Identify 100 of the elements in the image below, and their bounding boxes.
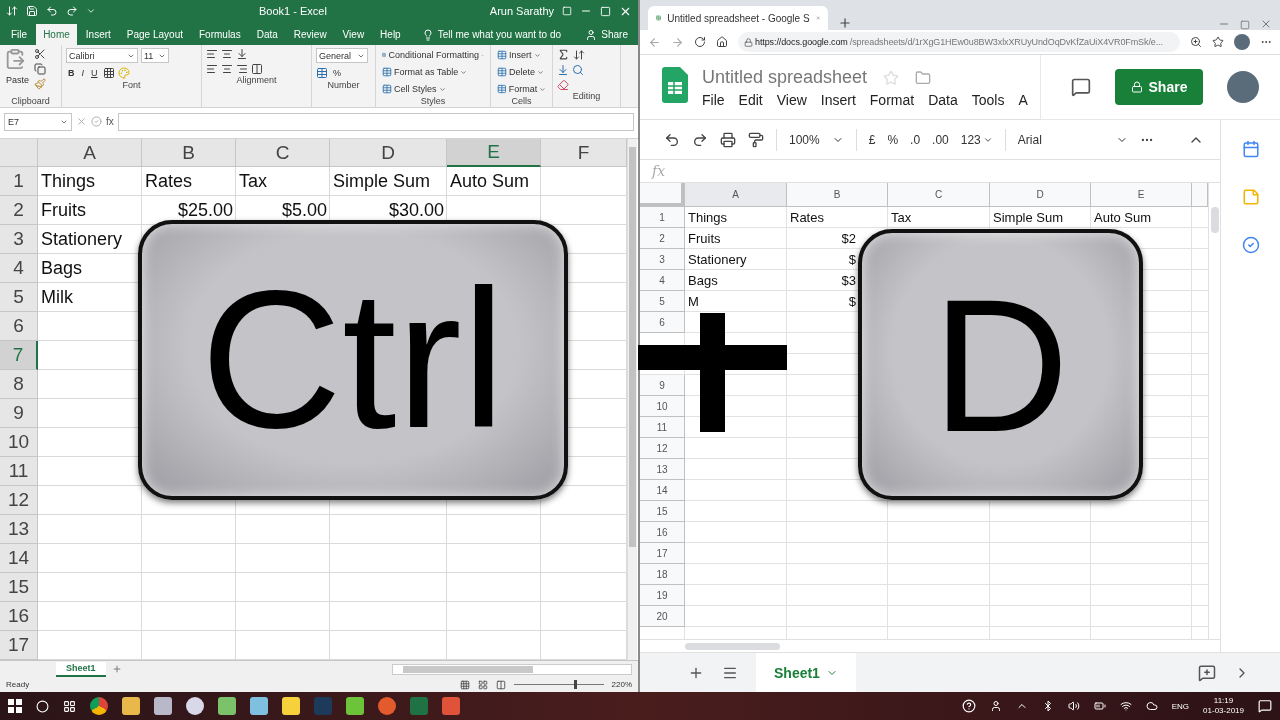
row-header[interactable]: 5 xyxy=(0,283,38,312)
menu-item[interactable]: File xyxy=(702,92,725,108)
ribbon-tab[interactable]: Review xyxy=(286,24,334,45)
ribbon-tab[interactable]: Home xyxy=(36,24,77,45)
zoom-dropdown[interactable]: 100% xyxy=(789,132,844,147)
ribbon-tab[interactable]: Data xyxy=(249,24,285,45)
sheet-tab[interactable]: Sheet1 xyxy=(756,652,856,693)
row-header[interactable]: 9 xyxy=(640,375,685,396)
menu-item[interactable]: Data xyxy=(928,92,958,108)
tell-me-search[interactable]: Tell me what you want to do xyxy=(415,24,568,45)
address-bar[interactable]: https://docs.google.com /spreadsheets/d/1rXgG1HEw0u8BW3xlxXRUyUndOqDvKfZaUiX4VR0FmSk/e... xyxy=(738,32,1180,52)
ribbon-command[interactable]: Format as Table xyxy=(380,65,486,79)
row-header[interactable]: 1 xyxy=(640,207,685,228)
column-header[interactable]: B xyxy=(142,139,236,167)
row-header[interactable]: 13 xyxy=(640,459,685,480)
format-button[interactable]: I xyxy=(79,66,86,80)
row-header[interactable]: 14 xyxy=(0,544,38,573)
font-size-field[interactable]: 11 xyxy=(141,48,169,63)
font-dropdown[interactable]: Arial xyxy=(1017,132,1128,147)
keyboard-key: Ctrl xyxy=(138,220,568,500)
decrease-decimal-button[interactable]: .0 xyxy=(910,132,921,147)
column-header[interactable]: E xyxy=(1091,183,1192,207)
row-header[interactable]: 14 xyxy=(640,480,685,501)
number-format-field[interactable]: General xyxy=(316,48,368,63)
row-header[interactable]: 7 xyxy=(0,341,38,370)
table-cell-text: Bags xyxy=(687,272,719,290)
row-header[interactable]: 16 xyxy=(0,602,38,631)
ribbon-command[interactable]: Conditional Formatting xyxy=(380,48,486,62)
column-header[interactable]: C xyxy=(888,183,990,207)
row-header[interactable]: 12 xyxy=(0,486,38,515)
column-header[interactable]: F xyxy=(541,139,627,167)
row-header[interactable]: 9 xyxy=(0,399,38,428)
row-header[interactable]: 17 xyxy=(0,631,38,660)
url-text: https://docs.google.com xyxy=(755,37,848,47)
ribbon-tab[interactable]: Insert xyxy=(78,24,118,45)
column-header[interactable]: A xyxy=(685,183,787,207)
row-header[interactable]: 6 xyxy=(0,312,38,341)
format-dropdown[interactable]: 123 xyxy=(960,132,993,147)
sheet-tab[interactable]: Sheet1 xyxy=(56,661,106,677)
row-header[interactable]: 6 xyxy=(640,312,685,333)
table-cell-text: $5.00 xyxy=(280,199,328,222)
column-header[interactable]: C xyxy=(236,139,330,167)
ribbon-command[interactable]: Format xyxy=(495,82,548,96)
share-button[interactable]: Share xyxy=(1115,69,1203,105)
ribbon-command[interactable]: Delete xyxy=(495,65,548,79)
menu-item[interactable]: View xyxy=(776,92,807,108)
browser-tab[interactable]: Untitled spreadsheet - Google S xyxy=(648,6,828,30)
name-box[interactable]: E7 xyxy=(4,112,72,131)
row-header[interactable]: 19 xyxy=(640,585,685,606)
row-header[interactable]: 17 xyxy=(640,543,685,564)
language-indicator[interactable]: ENG xyxy=(1171,701,1190,711)
increase-decimal-button[interactable]: .00 xyxy=(932,132,949,147)
row-header[interactable]: 8 xyxy=(0,370,38,399)
column-header[interactable]: D xyxy=(330,139,447,167)
row-header[interactable]: 5 xyxy=(640,291,685,312)
row-header[interactable]: 1 xyxy=(0,167,38,196)
row-header[interactable]: 2 xyxy=(0,196,38,225)
row-header[interactable]: 16 xyxy=(640,522,685,543)
column-header[interactable]: D xyxy=(990,183,1091,207)
row-header[interactable]: 3 xyxy=(640,249,685,270)
document-title[interactable]: Untitled spreadsheet xyxy=(702,67,868,88)
menu-item[interactable]: Format xyxy=(869,92,915,108)
ribbon-tab[interactable]: Help xyxy=(373,24,408,45)
row-header[interactable]: 11 xyxy=(0,457,38,486)
row-header[interactable]: 20 xyxy=(640,606,685,627)
row-header[interactable]: 11 xyxy=(640,417,685,438)
ribbon-tab[interactable]: Page Layout xyxy=(119,24,190,45)
share-button[interactable]: Share xyxy=(579,24,634,45)
menu-item[interactable]: Tools xyxy=(971,92,1005,108)
ribbon-tab[interactable]: View xyxy=(335,24,372,45)
ribbon-tab[interactable]: Formulas xyxy=(192,24,248,45)
column-header[interactable]: B xyxy=(787,183,888,207)
format-button[interactable]: B xyxy=(66,66,77,80)
row-header[interactable]: 15 xyxy=(0,573,38,602)
row-header[interactable]: 18 xyxy=(640,564,685,585)
row-header[interactable]: 12 xyxy=(640,438,685,459)
row-header[interactable]: 3 xyxy=(0,225,38,254)
ribbon-command[interactable]: Cell Styles xyxy=(380,82,486,96)
menu-item[interactable]: A xyxy=(1018,92,1028,108)
row-header[interactable]: 10 xyxy=(0,428,38,457)
row-header[interactable]: 2 xyxy=(640,228,685,249)
row-header[interactable]: 4 xyxy=(640,270,685,291)
font-name-field[interactable]: Calibri xyxy=(66,48,138,63)
format-button[interactable]: U xyxy=(89,66,100,80)
row-header[interactable]: 4 xyxy=(0,254,38,283)
percent-button[interactable]: % xyxy=(887,132,899,147)
menu-item[interactable]: Insert xyxy=(820,92,856,108)
table-cell-text: Rates xyxy=(789,209,825,227)
column-header[interactable]: E xyxy=(447,139,541,167)
ribbon-command[interactable]: Insert xyxy=(495,48,548,62)
currency-button[interactable]: £ xyxy=(868,132,876,147)
menu-item[interactable]: Edit xyxy=(738,92,763,108)
row-header[interactable]: 15 xyxy=(640,501,685,522)
row-header[interactable]: 13 xyxy=(0,515,38,544)
insert-function-button[interactable]: fx xyxy=(106,116,114,127)
row-header[interactable]: 10 xyxy=(640,396,685,417)
column-header[interactable]: A xyxy=(38,139,142,167)
paste-button[interactable]: Paste xyxy=(4,73,31,87)
percent-button[interactable]: % xyxy=(331,66,343,80)
ribbon-tab[interactable]: File xyxy=(4,24,35,45)
